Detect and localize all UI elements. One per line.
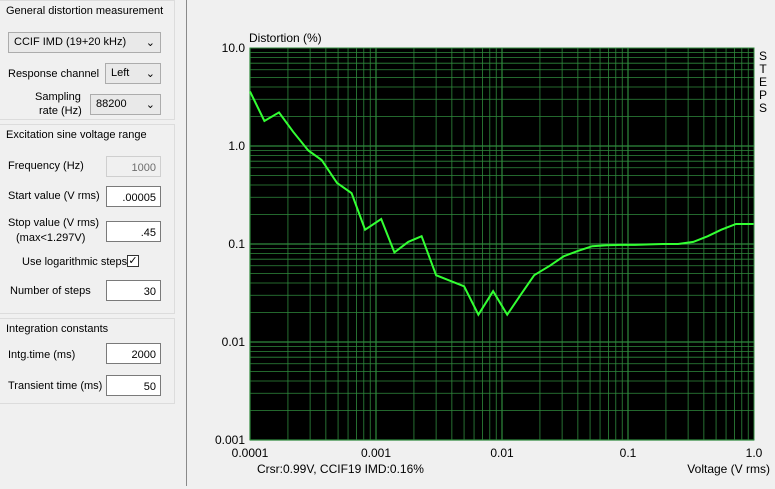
frequency-label: Frequency (Hz) [8, 160, 84, 172]
x-tick-label: 0.1 [620, 446, 637, 460]
transient-time-field[interactable] [106, 375, 161, 396]
chevron-down-icon: ⌄ [145, 37, 155, 49]
settings-panel: General distortion measurement CCIF IMD … [0, 0, 176, 486]
cursor-readout: Crsr:0.99V, CCIF19 IMD:0.16% [257, 462, 424, 476]
intg-time-field[interactable] [106, 343, 161, 364]
excitation-group-title: Excitation sine voltage range [6, 129, 147, 141]
number-of-steps-field[interactable] [106, 280, 161, 301]
response-channel-value: Left [111, 67, 130, 79]
measurement-type-select[interactable]: CCIF IMD (19+20 kHz) ⌄ [8, 32, 161, 53]
y-axis-label: Distortion (%) [249, 31, 322, 45]
checkmark-icon: ✓ [128, 255, 138, 267]
steps-letter: P [759, 88, 767, 102]
steps-letter: T [759, 62, 767, 76]
y-tick-label: 0.001 [215, 433, 245, 447]
transient-time-label: Transient time (ms) [8, 380, 103, 392]
x-tick-label: 0.001 [361, 446, 391, 460]
x-axis-label: Voltage (V rms) [687, 462, 770, 476]
sampling-rate-label-2: rate (Hz) [39, 105, 82, 117]
steps-letter: E [759, 75, 767, 89]
y-tick-label: 0.01 [222, 335, 246, 349]
intg-time-label: Intg.time (ms) [8, 349, 76, 361]
steps-letter: S [759, 101, 767, 115]
start-value-field[interactable] [106, 186, 161, 207]
general-group-title: General distortion measurement [6, 5, 164, 17]
y-tick-label: 10.0 [222, 41, 246, 55]
integration-group-title: Integration constants [6, 323, 109, 335]
x-tick-label: 1.0 [746, 446, 763, 460]
response-channel-select[interactable]: Left ⌄ [105, 63, 161, 84]
integration-group: Integration constants Intg.time (ms) Tra… [0, 318, 175, 404]
chart-frame: Distortion (%) 0.0001 0.001 0.01 0.1 1.0 10.0… [186, 0, 775, 486]
x-tick-label: 0.0001 [232, 446, 269, 460]
general-group: General distortion measurement CCIF IMD … [0, 0, 175, 120]
steps-letter: S [759, 49, 767, 63]
chevron-down-icon: ⌄ [145, 99, 155, 111]
start-value-label: Start value (V rms) [8, 190, 100, 202]
sampling-rate-select[interactable]: 88200 ⌄ [90, 94, 161, 115]
stop-value-field[interactable] [106, 221, 161, 242]
stop-value-label-1: Stop value (V rms) [8, 217, 100, 229]
distortion-chart[interactable]: Distortion (%) 0.0001 0.001 0.01 0.1 1.010.0… [187, 0, 775, 486]
sampling-rate-label-1: Sampling [35, 91, 81, 103]
frequency-field[interactable] [106, 156, 161, 177]
y-tick-label: 0.1 [228, 237, 245, 251]
y-tick-label: 1.0 [228, 139, 245, 153]
steps-label: STEPS [759, 49, 767, 115]
number-of-steps-label: Number of steps [10, 285, 91, 297]
log-steps-checkbox[interactable]: ✓ [127, 255, 139, 267]
chevron-down-icon: ⌄ [145, 68, 155, 80]
excitation-group: Excitation sine voltage range Frequency … [0, 124, 175, 314]
stop-value-label-2: (max<1.297V) [16, 232, 86, 244]
log-steps-label: Use logarithmic steps [22, 256, 128, 268]
measurement-type-value: CCIF IMD (19+20 kHz) [14, 36, 127, 48]
sampling-rate-value: 88200 [96, 98, 127, 110]
response-channel-label: Response channel [8, 68, 100, 80]
x-tick-label: 0.01 [490, 446, 514, 460]
